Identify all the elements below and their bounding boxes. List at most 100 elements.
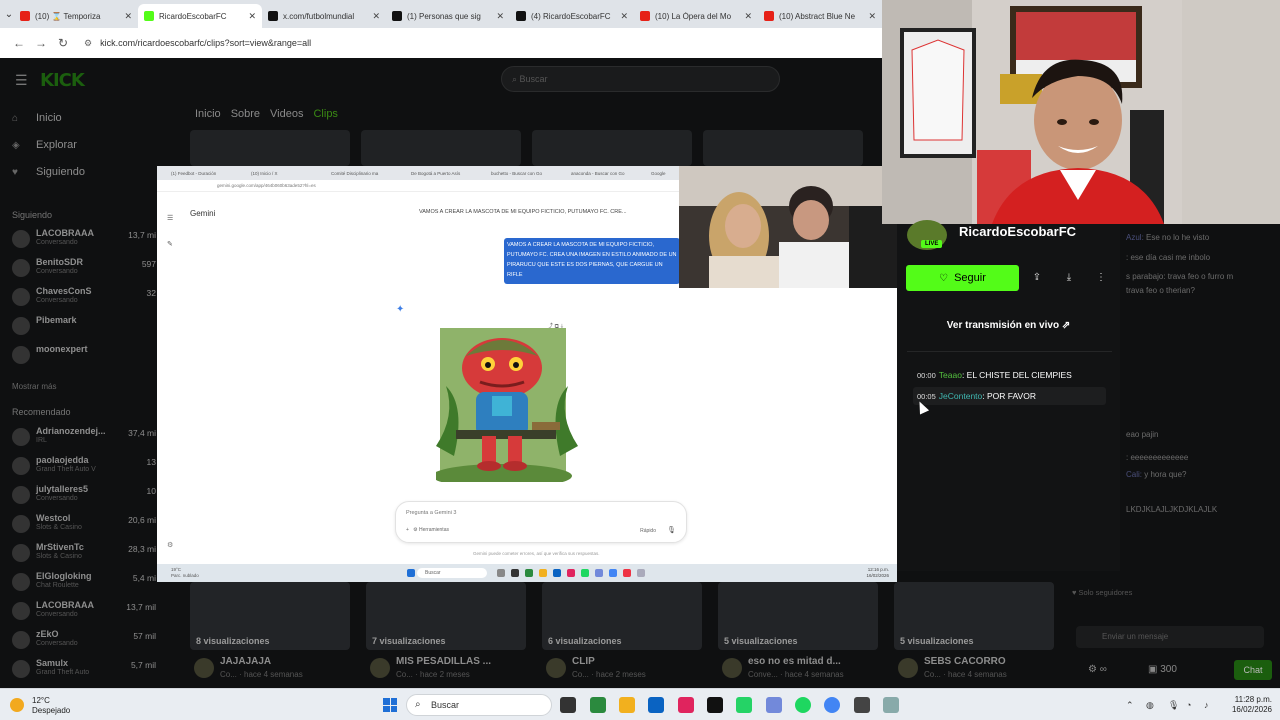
close-tab-icon[interactable]: ✕ <box>124 11 132 22</box>
site-info-icon[interactable]: ⚙ <box>84 38 92 49</box>
settings-icon[interactable] <box>883 697 899 713</box>
sidebar-channel[interactable]: MrStivenTc Slots & Casino 28,3 mi <box>12 542 160 570</box>
discord-icon[interactable] <box>766 697 782 713</box>
microphone-icon[interactable]: 🎙 <box>1168 700 1179 711</box>
tab-list-dropdown-icon[interactable]: ⌄ <box>4 4 14 24</box>
browser-tab[interactable]: RicardoEscobarFC ✕ <box>138 4 262 28</box>
back-icon[interactable]: ← <box>8 36 30 50</box>
file-explorer-icon[interactable] <box>619 697 635 713</box>
sidebar-channel[interactable]: LACOBRAAA Conversando 13,7 mil <box>12 600 160 628</box>
tiktok-icon[interactable] <box>707 697 723 713</box>
capcut-icon[interactable] <box>678 697 694 713</box>
close-tab-icon[interactable]: ✕ <box>496 11 504 22</box>
clip-card[interactable]: 5 visualizaciones SEBS CACORRO Co... · hac… <box>894 582 1054 679</box>
kick-search-input[interactable]: ⌕ Buscar <box>501 66 780 92</box>
system-clock[interactable]: 11:28 p.m. 16/02/2026 <box>1232 695 1272 715</box>
sidebar-channel[interactable]: paolaojedda Grand Theft Auto V 13 <box>12 455 160 483</box>
mic-icon[interactable]: 🎙 <box>667 526 676 534</box>
browser-tab[interactable]: (1) Personas que sig ✕ <box>386 4 510 28</box>
sidebar-channel[interactable]: julytalleres5 Conversando 10 <box>12 484 160 512</box>
menu-icon[interactable]: ☰ <box>15 72 28 89</box>
clip-title[interactable]: JAJAJAJA <box>220 656 271 667</box>
clip-thumbnail[interactable]: 5 visualizaciones <box>718 582 878 650</box>
clip-thumbnail[interactable] <box>703 130 863 166</box>
nav-inicio[interactable]: ⌂ Inicio <box>12 112 62 124</box>
chat-username[interactable]: Cali: <box>1126 470 1142 479</box>
nav-siguiendo[interactable]: ♥ Siguiendo <box>12 166 85 178</box>
sidebar-channel[interactable]: moonexpert <box>12 344 160 372</box>
clip-card[interactable]: 5 visualizaciones eso no es mitad d... Con… <box>718 582 878 679</box>
reload-icon[interactable]: ↻ <box>52 36 74 50</box>
taskbar-search[interactable]: ⌕ Buscar <box>406 694 552 716</box>
channel-points[interactable]: ▣ 300 <box>1148 664 1177 675</box>
chat-settings-icon[interactable]: ⚙ ∞ <box>1088 664 1107 675</box>
forward-icon[interactable]: → <box>30 36 52 50</box>
browser-tab[interactable]: (10) Abstract Blue Ne ✕ <box>758 4 882 28</box>
clip-thumbnail[interactable]: 7 visualizaciones <box>366 582 526 650</box>
whatsapp-icon[interactable] <box>736 697 752 713</box>
clip-title[interactable]: eso no es mitad d... <box>748 656 841 667</box>
browser-tab[interactable]: x.com/futbolmundial ✕ <box>262 4 386 28</box>
watch-live-button[interactable]: Ver transmisión en vivo ⇗ <box>897 320 1120 331</box>
nav-explorar[interactable]: ◈ Explorar <box>12 139 77 151</box>
chat-send-button[interactable]: Chat <box>1234 660 1272 680</box>
tray-chevron-icon[interactable]: ⌃ <box>1126 700 1134 711</box>
gemini-tools-button[interactable]: + ⚙ Herramientas <box>406 527 449 533</box>
obs-icon[interactable] <box>854 697 870 713</box>
browser-tab[interactable]: (4) RicardoEscobarFC ✕ <box>510 4 634 28</box>
close-tab-icon[interactable]: ✕ <box>868 11 876 22</box>
sidebar-channel[interactable]: BenitoSDR Conversando 597 <box>12 257 160 285</box>
sidebar-channel[interactable]: Samulx Grand Theft Auto 5,7 mil <box>12 658 160 686</box>
sidebar-channel[interactable]: LACOBRAAA Conversando 13,7 mi <box>12 228 160 256</box>
close-tab-icon[interactable]: ✕ <box>248 11 256 22</box>
sidebar-channel[interactable]: ElGlogloking Chat Roulette 5,4 mi <box>12 571 160 599</box>
tab-clips[interactable]: Clips <box>313 108 337 120</box>
clip-thumbnail[interactable] <box>190 130 350 166</box>
download-icon[interactable]: ⤓ <box>1061 270 1077 286</box>
browser-tab[interactable]: (10) La Ópera del Mo ✕ <box>634 4 758 28</box>
network-icon[interactable]: ◔ <box>1186 700 1191 710</box>
kick-logo[interactable]: KICK <box>40 70 85 91</box>
clip-thumbnail[interactable]: 8 visualizaciones <box>190 582 350 650</box>
tab-sobre[interactable]: Sobre <box>231 108 260 120</box>
show-more-link[interactable]: Mostrar más <box>12 382 56 391</box>
browser-tab[interactable]: (10) ⌛ Temporiza ✕ <box>14 4 138 28</box>
clip-thumbnail[interactable]: 5 visualizaciones <box>894 582 1054 650</box>
clip-title[interactable]: MIS PESADILLAS ... <box>396 656 491 667</box>
close-tab-icon[interactable]: ✕ <box>744 11 752 22</box>
sidebar-channel[interactable]: Pibemark <box>12 315 160 343</box>
clip-card[interactable]: 8 visualizaciones JAJAJAJA Co... · hace 4 … <box>190 582 350 679</box>
more-options-icon[interactable]: ⋮ <box>1093 270 1109 286</box>
share-icon[interactable]: ⇪ <box>1029 270 1045 286</box>
clip-video-player[interactable]: (1) Feedbot - Duración (10) Inicio / X Com… <box>157 166 897 582</box>
close-tab-icon[interactable]: ✕ <box>372 11 380 22</box>
clip-card[interactable]: 7 visualizaciones MIS PESADILLAS ... Co...… <box>366 582 526 679</box>
tray-app-icon[interactable]: ◍ <box>1146 700 1154 711</box>
volume-icon[interactable]: ♪ <box>1204 700 1209 710</box>
sidebar-channel[interactable]: ChavesConS Conversando 32 <box>12 286 160 314</box>
gemini-prompt-box[interactable]: Pregunta a Gemini 3 + ⚙ Herramientas Ráp… <box>395 501 687 543</box>
chrome-icon[interactable] <box>824 697 840 713</box>
gemini-mode-select[interactable]: Rápido <box>640 528 656 534</box>
tab-inicio[interactable]: Inicio <box>195 108 221 120</box>
clip-chapter[interactable]: 00:00 Teaao: EL CHISTE DEL CIEMPIES <box>917 370 1072 380</box>
url-field[interactable]: ⚙ kick.com/ricardoescobarfc/clips?sort=vi… <box>84 38 311 49</box>
start-button[interactable] <box>383 698 397 712</box>
spotify-icon[interactable] <box>795 697 811 713</box>
store-icon[interactable] <box>648 697 664 713</box>
clip-title[interactable]: CLIP <box>572 656 595 667</box>
close-tab-icon[interactable]: ✕ <box>620 11 628 22</box>
task-view-icon[interactable] <box>560 697 576 713</box>
clip-title[interactable]: SEBS CACORRO <box>924 656 1006 667</box>
channel-name[interactable]: RicardoEscobarFC <box>959 224 1076 239</box>
tab-videos[interactable]: Videos <box>270 108 303 120</box>
clip-card[interactable]: 6 visualizaciones CLIP Co... · hace 2 mese… <box>542 582 702 679</box>
weather-widget[interactable]: 12°C Despejado <box>32 696 70 716</box>
sidebar-channel[interactable]: Adrianozendej... IRL 37,4 mi <box>12 426 160 454</box>
clip-thumbnail[interactable] <box>361 130 521 166</box>
sidebar-channel[interactable]: zEkO Conversando 57 mil <box>12 629 160 657</box>
clip-chapter[interactable]: 00:05 JeContento: POR FAVOR <box>917 391 1036 401</box>
clip-thumbnail[interactable] <box>532 130 692 166</box>
clip-thumbnail[interactable]: 6 visualizaciones <box>542 582 702 650</box>
weather-icon[interactable] <box>10 698 24 712</box>
